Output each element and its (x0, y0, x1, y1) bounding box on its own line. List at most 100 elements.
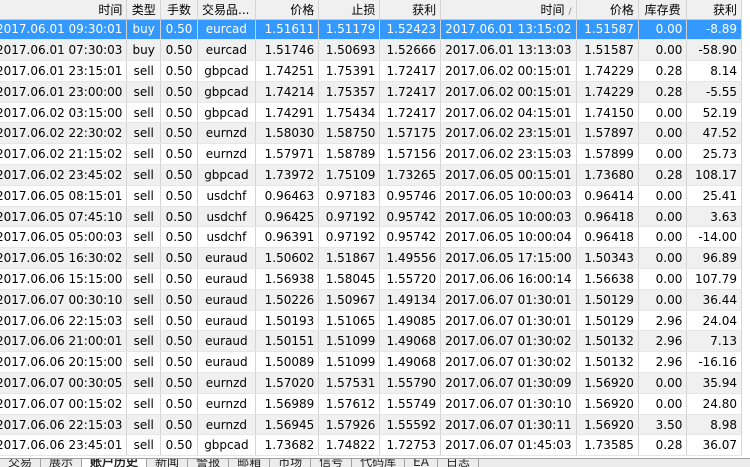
cell-profit: 24.04 (686, 310, 742, 332)
cell-open-time: 2017.06.07 00:15:02 (0, 393, 128, 415)
cell-swap: 0.00 (638, 226, 688, 249)
cell-close-price: 1.56920 (576, 372, 639, 394)
cell-swap: 0.00 (638, 206, 688, 228)
cell-swap: 0.00 (638, 122, 688, 145)
table-row[interactable]: 2017.06.01 23:00:00 sell 0.50 gbpcad 1.74214… (0, 81, 742, 103)
table-row[interactable]: 2017.06.02 22:30:02 sell 0.50 eurnzd 1.58030… (0, 122, 742, 145)
table-row[interactable]: 2017.06.07 00:30:10 sell 0.50 euraud 1.50226… (0, 289, 742, 311)
cell-type: sell (126, 60, 162, 82)
table-row[interactable]: 2017.06.01 07:30:03 buy 0.50 eurcad 1.51746 1… (0, 39, 742, 62)
cell-symbol: gbpcad (197, 164, 256, 186)
header-row: 时间 类型 手数 交易品... 价格 止损 获利 时间 / 价格 库存费 获利 (0, 0, 742, 20)
table-body: 2017.06.01 09:30:01 buy 0.50 eurcad 1.51611 1… (0, 19, 742, 457)
table-row[interactable]: 2017.06.05 07:45:10 sell 0.50 usdchf 0.96425… (0, 206, 742, 228)
cell-close-price: 1.74150 (576, 102, 639, 124)
cell-type: buy (126, 39, 162, 62)
cell-open-price: 1.56989 (255, 393, 320, 415)
cell-symbol: eurnzd (197, 393, 256, 415)
table-row[interactable]: 2017.06.06 22:15:03 sell 0.50 euraud 1.50193… (0, 310, 742, 332)
cell-open-price: 1.73972 (255, 164, 320, 186)
cell-close-price: 1.50129 (576, 289, 639, 311)
cell-close-time: 2017.06.05 00:15:01 (440, 164, 577, 186)
cell-profit: 52.19 (686, 102, 742, 124)
table-row[interactable]: 2017.06.02 21:15:02 sell 0.50 eurnzd 1.57971… (0, 143, 742, 166)
table-row[interactable]: 2017.06.05 08:15:01 sell 0.50 usdchf 0.96463… (0, 185, 742, 207)
cell-symbol: gbpcad (197, 434, 256, 457)
cell-close-time: 2017.06.01 13:13:03 (440, 39, 577, 62)
col-close-price[interactable]: 价格 (576, 0, 639, 20)
cell-swap: 0.00 (638, 19, 688, 41)
cell-profit: 36.07 (686, 434, 742, 457)
cell-take-profit: 1.49134 (379, 289, 442, 311)
cell-stop-loss: 0.97192 (318, 226, 381, 249)
cell-open-time: 2017.06.02 03:15:00 (0, 102, 128, 124)
cell-close-price: 1.56920 (576, 393, 639, 415)
cell-open-time: 2017.06.01 23:00:00 (0, 81, 128, 103)
table-row[interactable]: 2017.06.05 16:30:02 sell 0.50 euraud 1.50602… (0, 247, 742, 270)
cell-swap: 0.00 (638, 143, 688, 166)
cell-close-price: 0.96414 (576, 185, 639, 207)
cell-lots: 0.50 (160, 206, 198, 228)
table-row[interactable]: 2017.06.07 00:30:05 sell 0.50 eurnzd 1.57020… (0, 372, 742, 394)
table-row[interactable]: 2017.06.07 00:15:02 sell 0.50 eurnzd 1.56989… (0, 393, 742, 415)
cell-type: sell (126, 143, 162, 166)
table-row[interactable]: 2017.06.06 15:15:00 sell 0.50 euraud 1.56938… (0, 268, 742, 290)
cell-lots: 0.50 (160, 81, 198, 103)
cell-type: sell (126, 247, 162, 270)
col-lots[interactable]: 手数 (160, 0, 198, 20)
cell-symbol: eurnzd (197, 372, 256, 394)
table-row[interactable]: 2017.06.06 22:15:03 sell 0.50 eurnzd 1.56945… (0, 414, 742, 436)
cell-take-profit: 1.72753 (379, 434, 442, 457)
cell-stop-loss: 1.75391 (318, 60, 381, 82)
table-row[interactable]: 2017.06.01 23:15:01 sell 0.50 gbpcad 1.74251… (0, 60, 742, 82)
cell-type: sell (126, 122, 162, 145)
cell-take-profit: 1.49085 (379, 310, 442, 332)
table-row[interactable]: 2017.06.06 23:45:01 sell 0.50 gbpcad 1.73682… (0, 434, 742, 457)
cell-open-time: 2017.06.07 00:30:10 (0, 289, 128, 311)
cell-close-price: 1.50132 (576, 330, 639, 353)
cell-open-price: 1.50226 (255, 289, 320, 311)
cell-open-time: 2017.06.06 21:00:01 (0, 330, 128, 353)
table-row[interactable]: 2017.06.02 03:15:00 sell 0.50 gbpcad 1.74291… (0, 102, 742, 124)
col-profit[interactable]: 获利 (686, 0, 742, 20)
cell-stop-loss: 1.51099 (318, 351, 381, 374)
col-symbol[interactable]: 交易品... (197, 0, 256, 20)
table-row[interactable]: 2017.06.05 05:00:03 sell 0.50 usdchf 0.96391… (0, 226, 742, 249)
table-row[interactable]: 2017.06.06 20:15:00 sell 0.50 euraud 1.50089… (0, 351, 742, 374)
cell-lots: 0.50 (160, 60, 198, 82)
cell-open-price: 1.50193 (255, 310, 320, 332)
cell-lots: 0.50 (160, 185, 198, 207)
cell-take-profit: 1.57175 (379, 122, 442, 145)
cell-close-price: 0.96418 (576, 226, 639, 249)
col-open-price[interactable]: 价格 (255, 0, 320, 20)
col-close-time[interactable]: 时间 / (440, 0, 577, 20)
col-stop-loss[interactable]: 止损 (318, 0, 381, 20)
cell-swap: 0.28 (638, 434, 688, 457)
cell-open-time: 2017.06.02 21:15:02 (0, 143, 128, 166)
col-take-profit[interactable]: 获利 (379, 0, 442, 20)
cell-symbol: euraud (197, 351, 256, 374)
cell-profit: 8.98 (686, 414, 742, 436)
col-type[interactable]: 类型 (126, 0, 162, 20)
cell-take-profit: 0.95742 (379, 206, 442, 228)
cell-open-price: 1.56945 (255, 414, 320, 436)
cell-type: sell (126, 372, 162, 394)
cell-type: buy (126, 19, 162, 41)
cell-symbol: euraud (197, 268, 256, 290)
cell-take-profit: 1.72417 (379, 81, 442, 103)
cell-swap: 0.28 (638, 81, 688, 103)
table-row[interactable]: 2017.06.01 09:30:01 buy 0.50 eurcad 1.51611 1… (0, 19, 742, 41)
col-swap[interactable]: 库存费 (638, 0, 688, 20)
cell-type: sell (126, 164, 162, 186)
cell-close-price: 1.50129 (576, 310, 639, 332)
col-open-time[interactable]: 时间 (0, 0, 128, 20)
table-row[interactable]: 2017.06.02 23:45:02 sell 0.50 gbpcad 1.73972… (0, 164, 742, 186)
cell-symbol: eurnzd (197, 122, 256, 145)
cell-lots: 0.50 (160, 310, 198, 332)
cell-profit: 96.89 (686, 247, 742, 270)
cell-close-time: 2017.06.07 01:30:01 (440, 310, 577, 332)
table-row[interactable]: 2017.06.06 21:00:01 sell 0.50 euraud 1.50151… (0, 330, 742, 353)
cell-profit: 8.14 (686, 60, 742, 82)
cell-open-price: 1.74251 (255, 60, 320, 82)
cell-type: sell (126, 414, 162, 436)
